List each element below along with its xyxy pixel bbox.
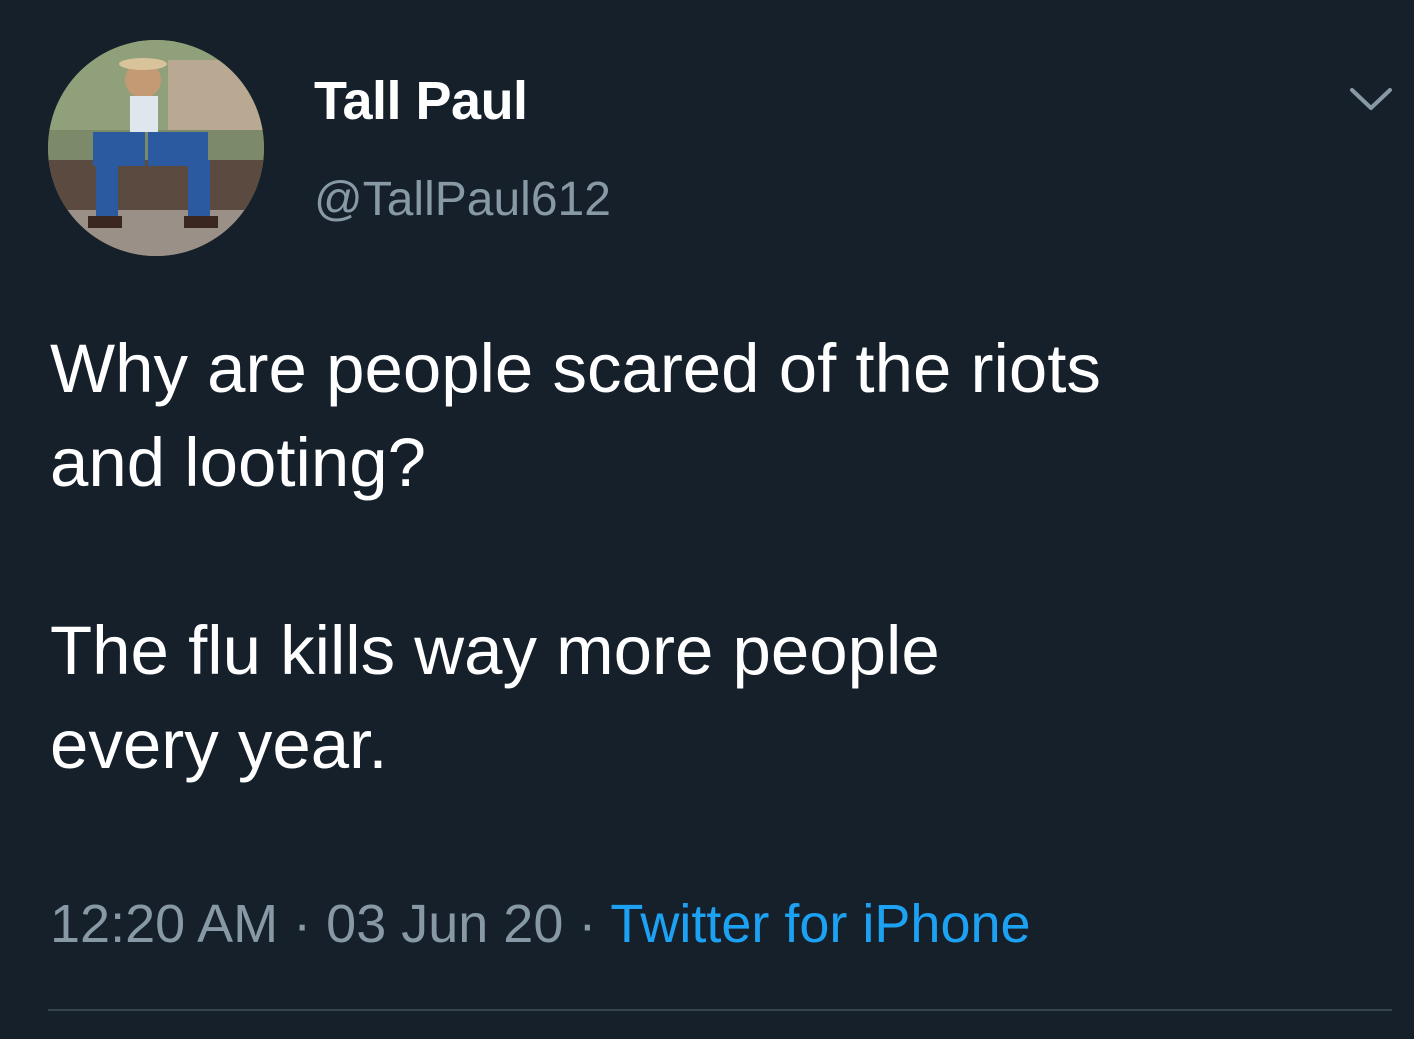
tweet-paragraph: Why are people scared of the riots and l… [50,330,1101,501]
tweet-source-link[interactable]: Twitter for iPhone [610,894,1030,954]
display-name[interactable]: Tall Paul [314,68,528,134]
tweet-meta: 12:20 AM · 03 Jun 20 · Twitter for iPhon… [50,890,1031,958]
chevron-down-icon[interactable] [1346,80,1396,120]
meta-separator: · [563,894,611,954]
user-handle[interactable]: @TallPaul612 [314,170,611,230]
tweet-date[interactable]: 03 Jun 20 [326,894,563,954]
tweet-text: Why are people scared of the riots and l… [50,322,1400,792]
avatar-photo [48,40,264,256]
tweet-detail: Tall Paul @TallPaul612 Why are people sc… [0,0,1414,1039]
meta-separator: · [278,894,327,954]
tweet-time[interactable]: 12:20 AM [50,894,278,954]
tweet-paragraph: The flu kills way more people every year… [50,612,940,783]
avatar[interactable] [48,40,264,256]
divider [48,1009,1392,1011]
